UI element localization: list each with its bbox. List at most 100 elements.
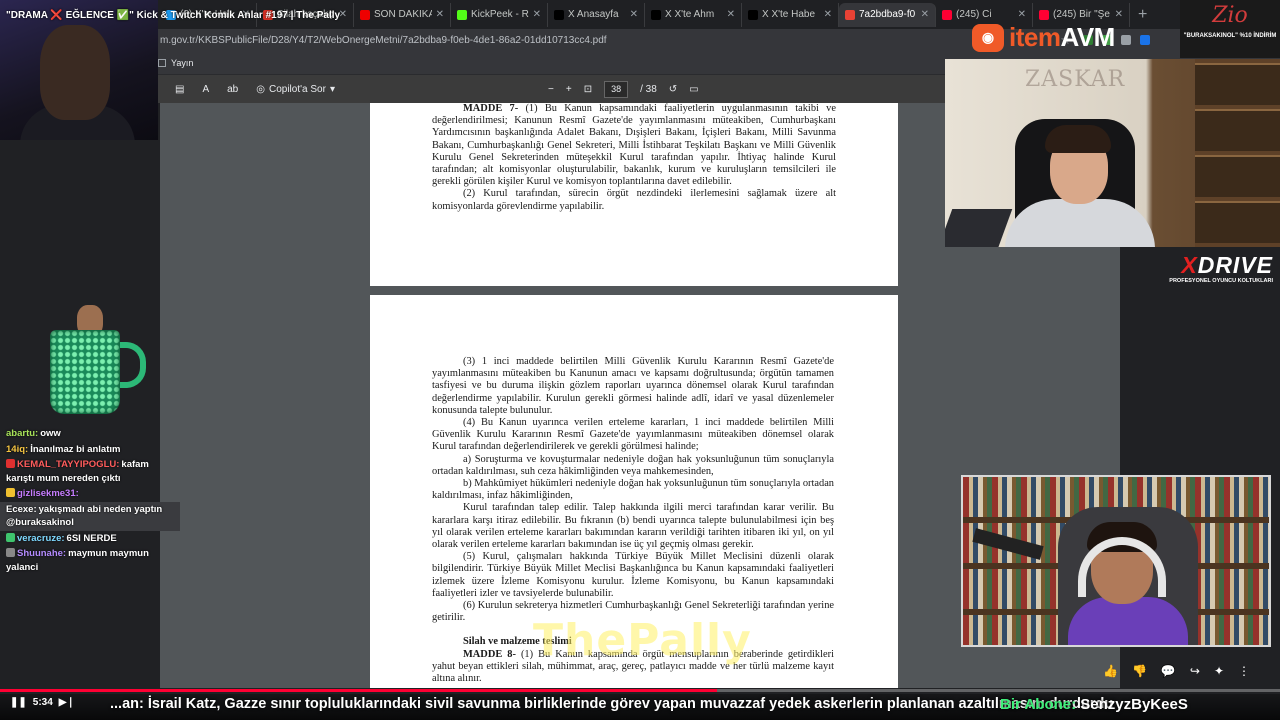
chat-username: veracruze: bbox=[17, 532, 65, 544]
tab-title: SON DAKİKA bbox=[374, 9, 432, 20]
person-hair bbox=[1045, 125, 1111, 153]
video-title: "DRAMA ❌ EĞLENCE ✅" Kick & Twitch Komik … bbox=[6, 10, 341, 21]
progress-bar[interactable] bbox=[0, 689, 1280, 692]
rotate-icon[interactable]: ↺ bbox=[669, 84, 677, 95]
zio-sponsor: Zio "BURAKSAKINOL" %10 İNDİRİM bbox=[1180, 0, 1280, 58]
tab-title: X X'te Habe bbox=[762, 9, 816, 20]
close-tab-icon[interactable]: ✕ bbox=[1018, 9, 1026, 20]
xdrive-tagline: PROFESYONEL OYUNCU KOLTUKLARI bbox=[1169, 278, 1273, 284]
chat-text: oww bbox=[40, 428, 61, 439]
chat-username: Shuunahe: bbox=[17, 548, 67, 559]
mug-handle bbox=[118, 342, 146, 388]
tab-favicon-icon bbox=[651, 9, 661, 20]
browser-tab[interactable]: X Anasayfa ✕ bbox=[548, 2, 645, 27]
xdrive-sponsor: XDRIVE PROFESYONEL OYUNCU KOLTUKLARI bbox=[1153, 252, 1273, 290]
tab-favicon-icon bbox=[748, 9, 758, 20]
play-pause-icon[interactable]: ❚❚ bbox=[10, 697, 27, 708]
article-title: MADDE 7- bbox=[463, 103, 519, 114]
player-time: ❚❚ 5:34 ▶❘ bbox=[10, 697, 75, 708]
user-badge-icon bbox=[6, 459, 15, 468]
more-icon[interactable]: ⋮ bbox=[1238, 664, 1250, 678]
screenshot-root: (6) X'te Hal ✕ Silah kaçakç ✕ SON DAKİKA ✕ Kic… bbox=[0, 0, 1280, 720]
comment-icon[interactable]: 💬 bbox=[1161, 664, 1176, 678]
browser-tab[interactable]: SON DAKİKA ✕ bbox=[354, 2, 451, 27]
share-icon[interactable]: ↪ bbox=[1190, 664, 1200, 678]
xdrive-x: X bbox=[1181, 252, 1198, 278]
like-icon[interactable]: 👍 bbox=[1103, 664, 1118, 678]
browser-tab[interactable]: X X'te Ahm ✕ bbox=[645, 2, 742, 27]
user-badge-icon bbox=[6, 548, 15, 557]
folder-icon bbox=[158, 58, 166, 67]
chat-message: Shuunahe: maymun maymun yalanci bbox=[0, 546, 180, 575]
close-tab-icon[interactable]: ✕ bbox=[533, 9, 541, 20]
chat-username: gizlisekme31: bbox=[17, 488, 79, 499]
page-number-input[interactable]: 38 bbox=[604, 80, 629, 98]
tab-title: X Anasayfa bbox=[568, 9, 619, 20]
chat-text: İnanılmaz bi anlatım bbox=[30, 443, 121, 455]
tab-title: X X'te Ahm bbox=[665, 9, 715, 20]
tab-favicon-icon bbox=[845, 9, 855, 20]
progress-fill bbox=[0, 689, 717, 692]
read-aloud-icon[interactable]: ab bbox=[227, 84, 238, 95]
zio-promo: "BURAKSAKINOL" %10 İNDİRİM bbox=[1183, 33, 1277, 39]
browser-tab[interactable]: X X'te Habe ✕ bbox=[742, 2, 839, 27]
chat-message: gizlisekme31: bbox=[0, 486, 180, 502]
browser-tab[interactable]: KickPeek - R ✕ bbox=[451, 2, 548, 27]
remix-icon[interactable]: ✦ bbox=[1214, 664, 1224, 678]
page-view-icon[interactable]: ▭ bbox=[689, 84, 698, 95]
webcam-streamer-1 bbox=[0, 0, 158, 140]
article-8-title: MADDE 8- bbox=[463, 648, 516, 660]
mug-emote bbox=[25, 300, 155, 420]
tab-title: (245) Bir "Şe bbox=[1053, 9, 1110, 20]
browser-tab[interactable]: 7a2bdba9-f0 ✕ bbox=[839, 2, 936, 27]
channel-watermark: ThePally bbox=[533, 615, 752, 666]
chat-username: KEMAL_TAYYIPOGLU: bbox=[17, 459, 120, 470]
chat-message: veracruze: 6SI NERDE bbox=[0, 531, 180, 547]
copilot-button[interactable]: ◎ Copilot'a Sor ▾ bbox=[256, 84, 335, 95]
close-tab-icon[interactable]: ✕ bbox=[921, 9, 929, 20]
new-tab-button[interactable]: + bbox=[1138, 6, 1147, 24]
fit-page-icon[interactable]: ⊡ bbox=[584, 84, 592, 95]
current-time: 5:34 bbox=[32, 697, 53, 708]
extension-icon[interactable] bbox=[1121, 35, 1131, 45]
close-tab-icon[interactable]: ✕ bbox=[727, 9, 735, 20]
close-tab-icon[interactable]: ✕ bbox=[436, 9, 444, 20]
player-actions: 👍 👎 💬 ↪ ✦ ⋮ bbox=[1103, 664, 1250, 678]
url-field[interactable]: m.gov.tr/KKBSPublicFile/D28/Y4/T2/WebOne… bbox=[160, 35, 1060, 46]
copilot-icon: ◎ bbox=[256, 83, 265, 95]
paragraph-5: (5) Kurul, çalışmaları hakkında Türkiye … bbox=[432, 551, 834, 599]
wall-logo: ZASKAR bbox=[1025, 67, 1126, 92]
close-tab-icon[interactable]: ✕ bbox=[824, 9, 832, 20]
chat-overlay: abartu: oww 14iq: İnanılmaz bi anlatım KEMAL… bbox=[0, 426, 180, 575]
sidebar-toggle-icon[interactable]: ▤ bbox=[175, 84, 184, 95]
total-pages: / 38 bbox=[640, 83, 657, 95]
chat-message: Ecexe: yakışmadı abi neden yaptın @buraks… bbox=[0, 501, 180, 531]
bookmark-yayin[interactable]: Yayın bbox=[158, 58, 193, 68]
chat-message: abartu: oww bbox=[0, 426, 180, 442]
paragraph-4c: Kurul tarafından talep edilir. Talep hak… bbox=[432, 502, 834, 551]
zio-logo: Zio bbox=[1212, 3, 1248, 28]
subscribe-label: Bir Abone: bbox=[1000, 696, 1077, 713]
zoom-in-button[interactable]: + bbox=[566, 84, 572, 95]
user-badge-icon bbox=[6, 488, 15, 497]
next-icon[interactable]: ▶❘ bbox=[59, 697, 75, 708]
brand-item: item bbox=[1009, 22, 1061, 52]
user-badge-icon bbox=[6, 532, 15, 542]
person-face bbox=[40, 25, 110, 120]
chevron-down-icon: ▾ bbox=[329, 83, 335, 95]
tab-favicon-icon bbox=[1039, 9, 1049, 20]
close-tab-icon[interactable]: ✕ bbox=[1115, 9, 1123, 20]
extension-icon[interactable] bbox=[1140, 35, 1150, 45]
tab-favicon-icon bbox=[554, 9, 564, 20]
zoom-out-button[interactable]: − bbox=[548, 84, 554, 95]
text-icon[interactable]: A bbox=[202, 84, 209, 95]
close-tab-icon[interactable]: ✕ bbox=[630, 9, 638, 20]
paragraph-3: (3) 1 inci maddede belirtilen Milli Güve… bbox=[432, 356, 834, 416]
article-7-para-1: MADDE 7- (1) Bu Kanun kapsamındaki faali… bbox=[432, 103, 836, 188]
chat-text: 6SI NERDE bbox=[66, 532, 117, 544]
tab-favicon-icon bbox=[457, 9, 467, 20]
chat-username: Ecexe: bbox=[6, 503, 37, 515]
video-player-controls: 👍 👎 💬 ↪ ✦ ⋮ ❚❚ 5:34 ▶❘ ...an: İsrail Kat… bbox=[0, 660, 1280, 720]
person-body bbox=[1068, 597, 1188, 645]
dislike-icon[interactable]: 👎 bbox=[1132, 664, 1147, 678]
